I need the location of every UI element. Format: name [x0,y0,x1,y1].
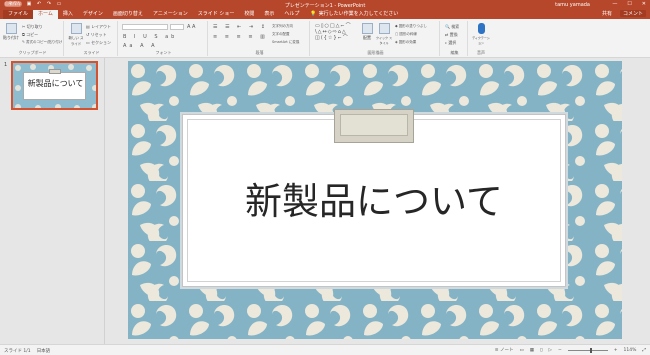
zoom-out-button[interactable]: − [558,348,562,353]
paragraph-group-label: 段落 [255,50,264,55]
smartart-button[interactable]: SmartArt に変換 [272,40,299,45]
font-name-input[interactable] [122,24,168,30]
zoom-level[interactable]: 114% [624,348,637,353]
drawing-group-label: 図形描画 [367,50,384,55]
tab-review[interactable]: 校閲 [239,10,259,19]
thumbnail-number: 1 [4,62,8,68]
vertical-scrollbar[interactable] [642,58,650,344]
user-name[interactable]: tamu yamada [555,2,590,8]
tab-animations[interactable]: アニメーション [148,10,193,19]
comment-button[interactable]: コメント [619,10,646,17]
text-direction-button[interactable]: 文字列の方向 [272,24,293,29]
thumbnail-tape [49,69,61,74]
clipboard-group: 貼り付け ✂ 切り取り ⧉ コピー ✎ 書式のコピー/貼り付け クリップボード [2,21,64,56]
ribbon-tabs: ファイル ホーム 挿入 デザイン 画面切り替え アニメーション スライド ショー… [0,9,650,19]
tab-design[interactable]: デザイン [78,10,108,19]
zoom-in-button[interactable]: + [614,348,618,353]
cut-button[interactable]: ✂ 切り取り [22,24,43,30]
editing-group-label: 編集 [450,50,459,55]
reset-button[interactable]: ↺ リセット [86,32,107,38]
tab-view[interactable]: 表示 [259,10,279,19]
slideshow-view-icon[interactable]: ▷ [548,348,551,353]
zoom-slider[interactable] [567,347,608,353]
list-buttons[interactable]: ☰ ☰ ⇤ ⇥ ↕ [213,24,268,30]
paste-button[interactable]: 貼り付け [3,23,19,41]
voice-group: ディクテーション 音声 [470,21,492,56]
status-bar: スライド 1/1 日本語 ≡ ノート ▭ ▦ ▯ ▷ − + 114% ⤢ [0,344,650,355]
slide-thumbnail-pane: 1 新製品について [0,58,105,344]
format-painter-button[interactable]: ✎ 書式のコピー/貼り付け [22,40,62,45]
tab-slideshow[interactable]: スライド ショー [193,10,240,19]
shapes-gallery[interactable]: ▭▯○□△⌐⌒ \△↔◇⇨⌂△ ◫⟨{☆}⌐⌒ [315,23,352,41]
drawing-group: ▭▯○□△⌐⌒ \△↔◇⇨⌂△ ◫⟨{☆}⌐⌒ 配置 クイック スタイル ◆ 図形の… [312,21,440,56]
reading-view-icon[interactable]: ▯ [540,348,542,353]
slides-group-label: スライド [83,50,100,55]
slide-editing-area: 新製品について [106,58,650,344]
slide-title[interactable]: 新製品について [182,171,566,225]
notes-button[interactable]: ≡ ノート [495,347,514,353]
font-grow-shrink-icons[interactable]: A A [187,24,195,30]
shape-fill-button[interactable]: ◆ 図形の塗りつぶし [395,24,427,29]
shape-outline-button[interactable]: ▢ 図形の枠線 [395,32,417,37]
tape-decoration [334,109,414,143]
align-text-button[interactable]: 文字の配置 [272,32,290,37]
fit-slide-icon[interactable]: ⤢ [642,347,646,353]
tab-insert[interactable]: 挿入 [58,10,78,19]
copy-button[interactable]: ⧉ コピー [22,32,38,38]
language-indicator[interactable]: 日本語 [37,348,51,354]
font-group: A A B I U S ab Aa A A フォント [120,21,208,56]
lightbulb-icon: 💡 [310,11,317,17]
close-button[interactable]: ✕ [642,1,646,7]
share-button[interactable]: 共有 [602,10,612,17]
tell-me-text: 実行したい作業を入力してください [318,11,399,17]
tell-me-box[interactable]: 💡 実行したい作業を入力してください [310,10,398,19]
dictate-button[interactable]: ディクテーション [472,23,490,45]
slide-canvas[interactable]: 新製品について [128,61,622,339]
quick-styles-button[interactable]: クイック スタイル [376,23,392,45]
paragraph-group: ☰ ☰ ⇤ ⇥ ↕ ≡ ≡ ≡ ≡ ▥ 文字列の方向 文字の配置 SmartAr… [210,21,310,56]
slide-thumbnail[interactable]: 新製品について [11,61,98,110]
align-buttons[interactable]: ≡ ≡ ≡ ≡ ▥ [213,34,268,40]
font-size-input[interactable] [170,24,184,30]
microphone-icon [477,23,485,34]
find-button[interactable]: 🔍 検索 [445,24,459,30]
title-bar: 自動保存 ▣ ↶ ↷ ▭ プレゼンテーション1 - PowerPoint tam… [0,0,650,9]
select-button[interactable]: ▹ 選択 [445,40,456,46]
clipboard-icon [5,23,17,34]
powerpoint-window: 自動保存 ▣ ↶ ↷ ▭ プレゼンテーション1 - PowerPoint tam… [0,0,650,355]
clipboard-group-label: クリップボード [18,50,47,55]
replace-button[interactable]: ⇄ 置換 [445,32,458,38]
thumbnail-title: 新製品について [27,79,84,88]
normal-view-icon[interactable]: ▭ [519,348,523,353]
ribbon-home: 貼り付け ✂ 切り取り ⧉ コピー ✎ 書式のコピー/貼り付け クリップボード … [0,19,650,58]
tab-file[interactable]: ファイル [3,10,34,19]
new-slide-button[interactable]: 新しい スライド [68,23,84,47]
document-title: プレゼンテーション1 - PowerPoint [284,3,366,9]
font-format-buttons[interactable]: B I U S ab [123,34,177,40]
editing-group: 🔍 検索 ⇄ 置換 ▹ 選択 編集 [442,21,468,56]
font-group-label: フォント [155,50,172,55]
slide-sorter-icon[interactable]: ▦ [530,348,534,353]
slide-counter: スライド 1/1 [4,349,31,354]
tab-transitions[interactable]: 画面切り替え [108,10,148,19]
maximize-button[interactable]: ☐ [627,1,631,7]
tab-home[interactable]: ホーム [33,10,58,19]
slides-group: 新しい スライド ▤ レイアウト ↺ リセット ▭ セクション スライド [66,21,118,56]
arrange-button[interactable]: 配置 [360,23,374,41]
new-slide-icon [70,23,82,34]
voice-group-label: 音声 [477,50,485,55]
font-color-buttons[interactable]: Aa A A [123,43,158,49]
arrange-icon [361,23,373,34]
tab-help[interactable]: ヘルプ [279,10,304,19]
section-button[interactable]: ▭ セクション [86,40,111,46]
shape-effects-button[interactable]: ◈ 図形の効果 [395,40,416,45]
layout-button[interactable]: ▤ レイアウト [86,24,111,30]
minimize-button[interactable]: — [612,1,617,7]
quick-styles-icon [378,23,390,34]
